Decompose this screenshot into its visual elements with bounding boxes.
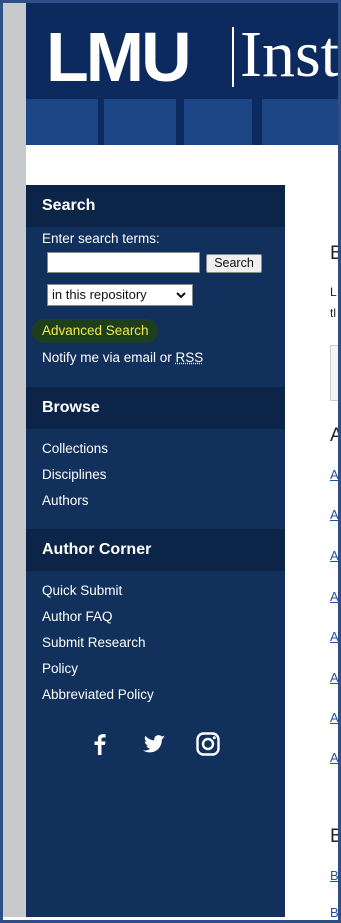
rss-link[interactable]: RSS xyxy=(176,350,204,365)
search-heading: Search xyxy=(26,185,285,227)
logo-divider xyxy=(232,27,234,87)
banner-tiles xyxy=(26,99,338,145)
twitter-icon[interactable] xyxy=(141,731,167,757)
search-scope-value: in this repository xyxy=(52,287,147,302)
article-link[interactable]: B xyxy=(330,905,338,917)
sidebar: Search Enter search terms: Search in thi… xyxy=(26,185,285,917)
browse-collections-link[interactable]: Collections xyxy=(42,441,108,456)
intro-line: tl xyxy=(330,306,336,320)
browse-heading: Browse xyxy=(26,387,285,429)
search-button[interactable]: Search xyxy=(206,254,262,273)
quick-submit-link[interactable]: Quick Submit xyxy=(42,583,122,598)
article-link[interactable]: A xyxy=(330,710,338,725)
chevron-down-icon xyxy=(176,292,186,299)
browser-gutter xyxy=(3,3,26,917)
banner-tile xyxy=(104,99,176,145)
article-link[interactable]: A xyxy=(330,467,338,482)
logo-subtitle[interactable]: Inst xyxy=(240,15,338,95)
site-banner[interactable]: LMU Inst xyxy=(26,3,338,145)
policy-link[interactable]: Policy xyxy=(42,661,78,676)
section-heading: A xyxy=(330,425,338,446)
article-link[interactable]: A xyxy=(330,507,338,522)
intro-line: L xyxy=(330,285,337,299)
notify-text[interactable]: Notify me via email or xyxy=(42,350,176,365)
notify-line: Notify me via email or RSS xyxy=(42,350,203,365)
main-content: B L tl A A A A A A A A A B B B xyxy=(285,185,338,917)
banner-tile xyxy=(184,99,252,145)
article-link[interactable]: A xyxy=(330,548,338,563)
banner-tile xyxy=(262,99,338,145)
content-box xyxy=(330,345,338,401)
article-link[interactable]: A xyxy=(330,589,338,604)
facebook-icon[interactable] xyxy=(87,731,113,757)
instagram-icon[interactable] xyxy=(195,731,221,757)
author-faq-link[interactable]: Author FAQ xyxy=(42,609,113,624)
advanced-search-link[interactable]: Advanced Search xyxy=(42,323,149,338)
article-link[interactable]: A xyxy=(330,670,338,685)
search-scope-select[interactable]: in this repository xyxy=(47,284,193,306)
search-input[interactable] xyxy=(47,252,200,273)
section-heading: B xyxy=(330,826,338,847)
article-link[interactable]: B xyxy=(330,868,338,883)
author-corner-heading: Author Corner xyxy=(26,529,285,571)
search-prompt: Enter search terms: xyxy=(42,231,160,246)
main-heading: B xyxy=(330,243,338,264)
abbreviated-policy-link[interactable]: Abbreviated Policy xyxy=(42,687,154,702)
article-link[interactable]: A xyxy=(330,629,338,644)
banner-tile xyxy=(26,99,98,145)
article-link[interactable]: A xyxy=(330,750,338,765)
browse-authors-link[interactable]: Authors xyxy=(42,493,89,508)
logo-lmu[interactable]: LMU xyxy=(46,17,192,97)
browse-disciplines-link[interactable]: Disciplines xyxy=(42,467,107,482)
nav-band xyxy=(26,145,338,185)
submit-research-link[interactable]: Submit Research xyxy=(42,635,146,650)
